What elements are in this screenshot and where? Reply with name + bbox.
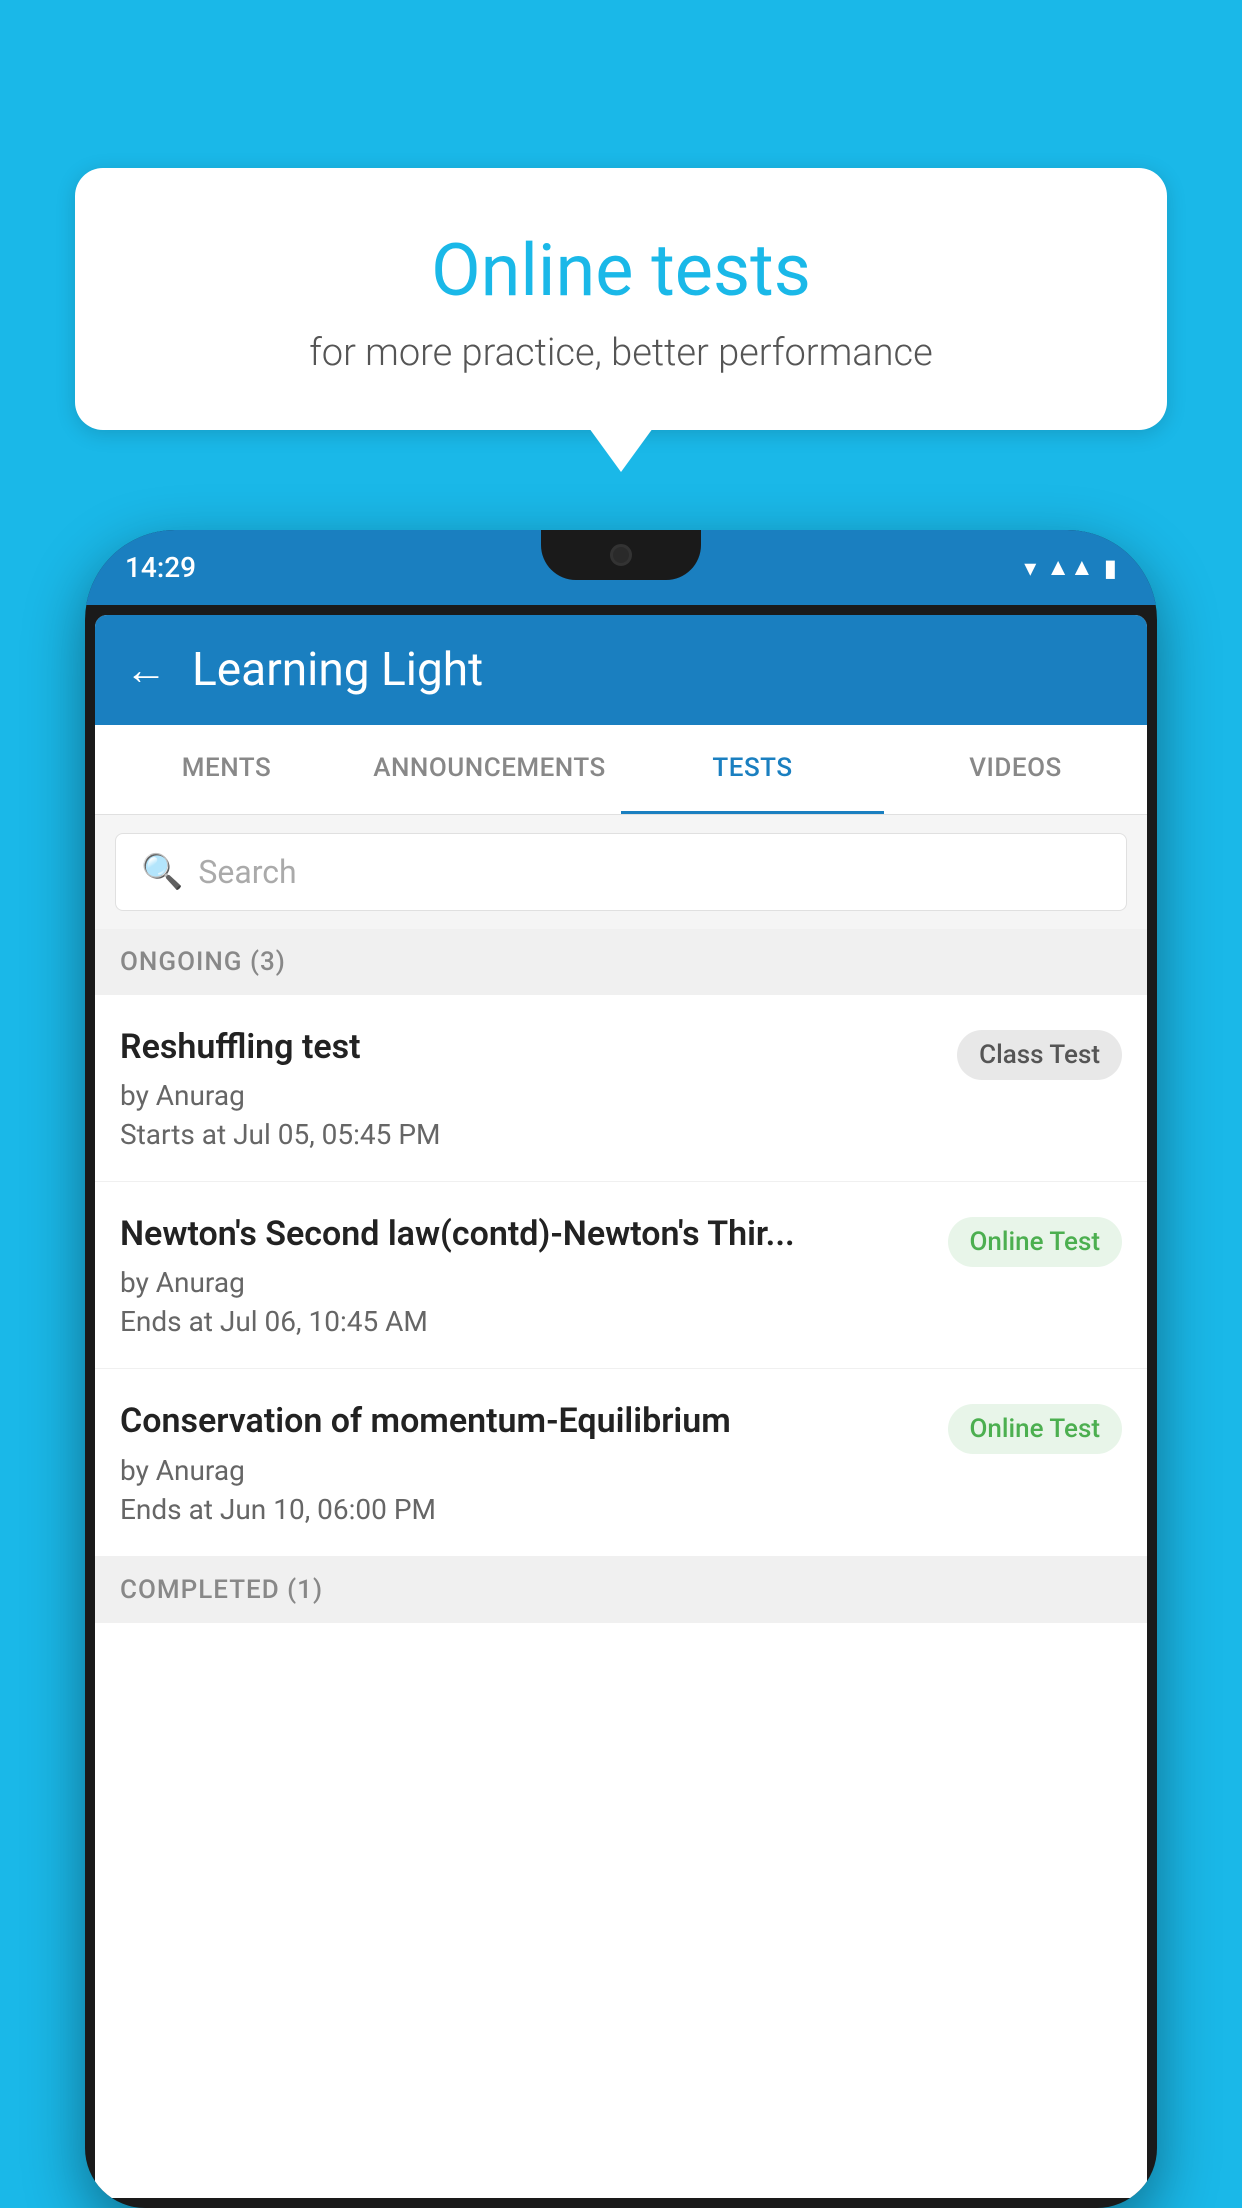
phone-frame: 14:29 ▾ ▲▲ ▮ ← Learning Light MENTS ANNO… [85,530,1157,2208]
promo-title: Online tests [125,228,1117,313]
tab-ments[interactable]: MENTS [95,725,358,814]
test-info: Conservation of momentum-Equilibrium by … [120,1399,933,1525]
phone-screen: ← Learning Light MENTS ANNOUNCEMENTS TES… [95,615,1147,2198]
phone-camera [610,544,632,566]
search-bar[interactable]: 🔍 Search [115,833,1127,911]
back-button[interactable]: ← [125,646,167,695]
ongoing-section-header: ONGOING (3) [95,929,1147,995]
search-icon: 🔍 [141,852,183,892]
status-bar: 14:29 ▾ ▲▲ ▮ [85,530,1157,605]
test-badge: Online Test [948,1404,1123,1454]
test-time: Ends at Jun 10, 06:00 PM [120,1493,933,1526]
wifi-icon: ▾ [1024,554,1036,582]
battery-icon: ▮ [1104,554,1117,582]
status-time: 14:29 [125,551,196,584]
completed-section-header: COMPLETED (1) [95,1557,1147,1623]
test-item[interactable]: Reshuffling test by Anurag Starts at Jul… [95,995,1147,1182]
search-placeholder: Search [198,853,296,891]
phone-notch [541,530,701,580]
test-info: Reshuffling test by Anurag Starts at Jul… [120,1025,942,1151]
test-author: by Anurag [120,1266,933,1299]
test-time: Ends at Jul 06, 10:45 AM [120,1305,933,1338]
promo-card: Online tests for more practice, better p… [75,168,1167,430]
tabs-bar: MENTS ANNOUNCEMENTS TESTS VIDEOS [95,725,1147,815]
app-bar-title: Learning Light [192,643,483,697]
promo-subtitle: for more practice, better performance [125,331,1117,375]
test-badge: Online Test [948,1217,1123,1267]
test-author: by Anurag [120,1454,933,1487]
test-author: by Anurag [120,1079,942,1112]
tab-videos[interactable]: VIDEOS [884,725,1147,814]
app-bar: ← Learning Light [95,615,1147,725]
tab-announcements[interactable]: ANNOUNCEMENTS [358,725,621,814]
test-time: Starts at Jul 05, 05:45 PM [120,1118,942,1151]
test-title: Newton's Second law(contd)-Newton's Thir… [120,1212,933,1256]
test-badge: Class Test [957,1030,1122,1080]
signal-icon: ▲▲ [1046,553,1094,582]
search-container: 🔍 Search [95,815,1147,929]
tab-tests[interactable]: TESTS [621,725,884,814]
test-item[interactable]: Newton's Second law(contd)-Newton's Thir… [95,1182,1147,1369]
test-title: Conservation of momentum-Equilibrium [120,1399,933,1443]
test-item[interactable]: Conservation of momentum-Equilibrium by … [95,1369,1147,1556]
test-title: Reshuffling test [120,1025,942,1069]
status-icons: ▾ ▲▲ ▮ [1024,553,1117,582]
test-info: Newton's Second law(contd)-Newton's Thir… [120,1212,933,1338]
